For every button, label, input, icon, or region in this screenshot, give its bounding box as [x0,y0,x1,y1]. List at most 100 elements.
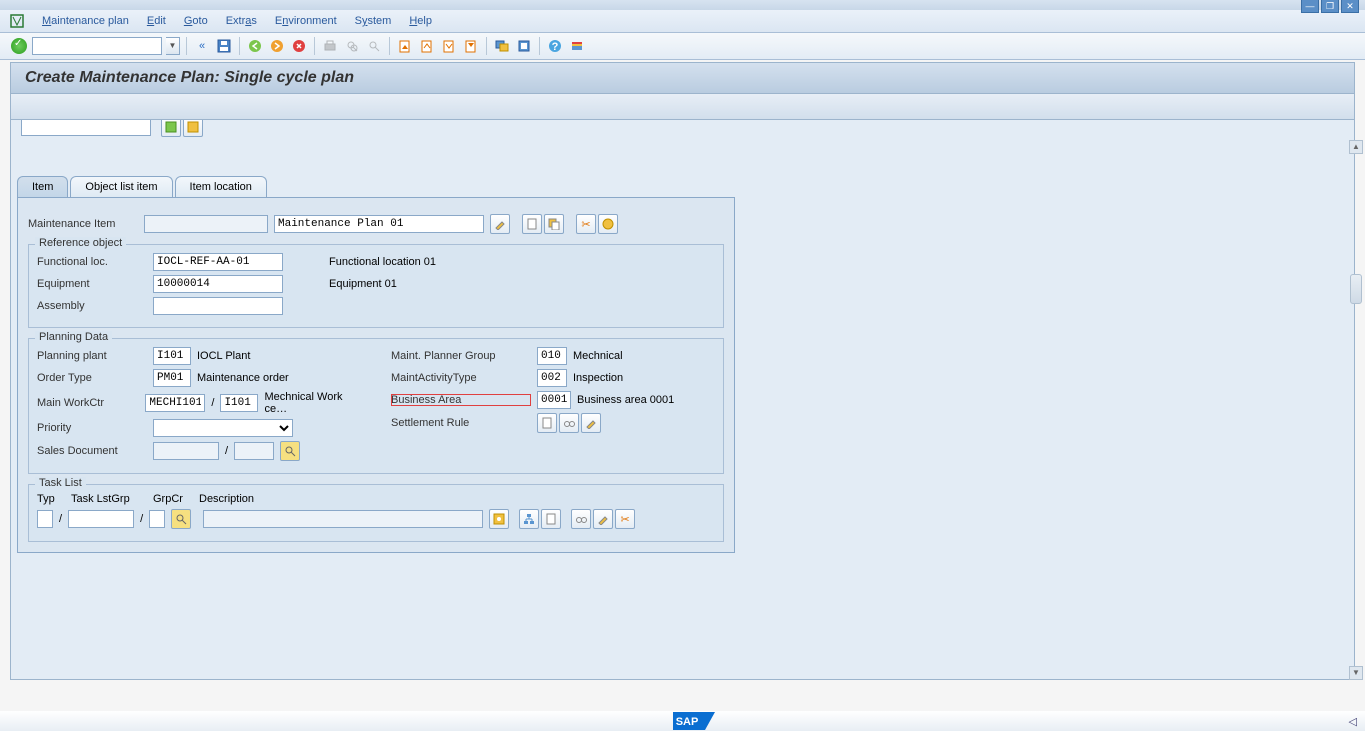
counter-btn2[interactable] [183,120,203,137]
planning-data-group: document.currentScript.parentElement.set… [28,338,724,474]
command-dropdown[interactable]: ▼ [166,37,180,55]
maint-item-edit-icon[interactable] [490,214,510,234]
cancel-icon[interactable] [290,37,308,55]
sap-logo: SAP [673,712,715,730]
activity-type-input[interactable] [537,369,567,387]
maint-item-copy-icon[interactable] [544,214,564,234]
generate-shortcut-icon[interactable] [515,37,533,55]
main-content: Item Object list item Item location Main… [10,120,1355,680]
menu-goto[interactable]: Goto [184,15,208,27]
planning-plant-desc: IOCL Plant [197,350,250,362]
task-search-icon[interactable] [171,509,191,529]
business-area-label: Business Area [391,394,531,406]
scroll-thumb[interactable] [1350,274,1362,304]
equipment-label: Equipment [37,278,147,290]
settlement-rule-label: Settlement Rule [391,417,531,429]
scroll-down-arrow[interactable]: ▼ [1349,666,1363,680]
business-area-input[interactable] [537,391,571,409]
task-create-icon[interactable] [541,509,561,529]
customize-layout-icon[interactable] [568,37,586,55]
counter-input[interactable] [21,120,151,136]
back-button[interactable]: « [193,37,211,55]
prev-page-icon[interactable] [418,37,436,55]
help-icon[interactable]: ? [546,37,564,55]
standard-toolbar: ▼ « ? [0,33,1365,60]
main-workctr-input[interactable] [145,394,205,412]
back-icon[interactable] [246,37,264,55]
find-icon[interactable] [343,37,361,55]
close-button[interactable]: ✕ [1341,0,1359,13]
find-next-icon[interactable] [365,37,383,55]
restore-button[interactable]: ❐ [1321,0,1339,13]
assembly-input[interactable] [153,297,283,315]
main-workctr-plant-input[interactable] [220,394,258,412]
exit-icon[interactable] [268,37,286,55]
maintenance-item-desc[interactable] [274,215,484,233]
counter-btn1[interactable] [161,120,181,137]
status-expand-icon[interactable]: ◁ [1349,715,1357,728]
task-desc-input[interactable] [203,510,483,528]
menu-help[interactable]: Help [409,15,432,27]
task-hierarchy-icon[interactable] [519,509,539,529]
vertical-scrollbar[interactable]: ▲ ▼ [1349,140,1363,700]
equipment-input[interactable] [153,275,283,293]
priority-select[interactable] [153,419,293,437]
task-cut-icon[interactable]: ✂ [615,509,635,529]
task-grpcr-input[interactable] [149,510,165,528]
func-loc-input[interactable] [153,253,283,271]
scroll-up-arrow[interactable]: ▲ [1349,140,1363,154]
sales-document-label: Sales Document [37,445,147,457]
activity-type-label: MaintActivityType [391,372,531,384]
order-type-label: Order Type [37,372,147,384]
last-page-icon[interactable] [462,37,480,55]
application-toolbar [10,94,1355,120]
settlement-glasses-icon[interactable] [559,413,579,433]
planning-plant-input[interactable] [153,347,191,365]
sales-doc-input2[interactable] [234,442,274,460]
page-title-bar: Create Maintenance Plan: Single cycle pl… [10,62,1355,94]
first-page-icon[interactable] [396,37,414,55]
settlement-create-icon[interactable] [537,413,557,433]
menu-system[interactable]: System [355,15,392,27]
command-field[interactable] [32,37,162,55]
next-page-icon[interactable] [440,37,458,55]
save-button[interactable] [215,37,233,55]
assembly-label: Assembly [37,300,147,312]
planning-plant-label: Planning plant [37,350,147,362]
tab-item[interactable]: Item [17,176,68,197]
maintenance-item-input[interactable] [144,215,268,233]
task-typ-input[interactable] [37,510,53,528]
tab-object-list-item[interactable]: Object list item [70,176,172,197]
task-lstgrp-input[interactable] [68,510,134,528]
menu-extras[interactable]: Extras [226,15,257,27]
func-loc-desc: Functional location 01 [329,256,436,268]
task-btn1[interactable] [489,509,509,529]
new-session-icon[interactable] [493,37,511,55]
order-type-input[interactable] [153,369,191,387]
maintenance-item-label: Maintenance Item [28,218,138,230]
sales-doc-search-icon[interactable] [280,441,300,461]
maint-item-other-icon[interactable] [598,214,618,234]
task-typ-label: Typ [37,493,59,505]
status-bar: SAP ◁ [0,711,1365,731]
tab-item-location[interactable]: Item location [175,176,267,197]
planner-group-input[interactable] [537,347,567,365]
maint-item-create-icon[interactable] [522,214,542,234]
main-workctr-desc: Mechnical Work ce… [264,391,361,415]
task-edit-icon[interactable] [593,509,613,529]
sales-doc-input1[interactable] [153,442,219,460]
task-glasses-icon[interactable] [571,509,591,529]
menu-environment[interactable]: Environment [275,15,337,27]
app-logo-icon [10,14,24,28]
task-grpcr-label: GrpCr [153,493,187,505]
menu-maintenance-plan[interactable]: Maintenance plan [42,15,129,27]
print-icon[interactable] [321,37,339,55]
page-title: Create Maintenance Plan: Single cycle pl… [25,69,354,86]
settlement-edit-icon[interactable] [581,413,601,433]
maint-item-cut-icon[interactable]: ✂ [576,214,596,234]
enter-button[interactable] [10,37,28,55]
menu-edit[interactable]: Edit [147,15,166,27]
business-area-desc: Business area 0001 [577,394,674,406]
minimize-button[interactable]: — [1301,0,1319,13]
task-lstgrp-label: Task LstGrp [71,493,141,505]
